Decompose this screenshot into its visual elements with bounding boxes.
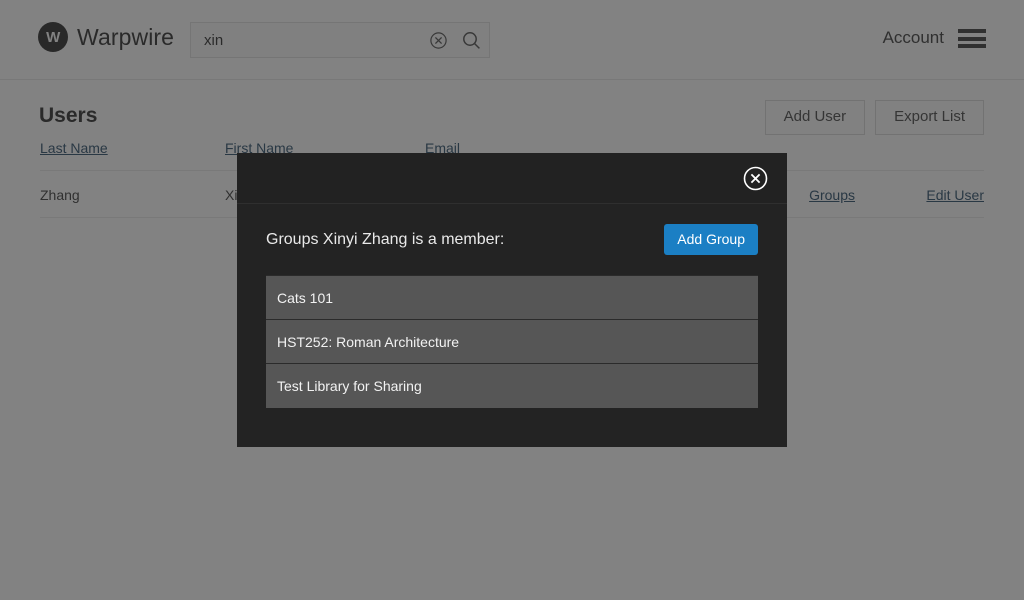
group-membership-list: Cats 101 HST252: Roman Architecture Test…: [266, 275, 758, 408]
group-name: HST252: Roman Architecture: [277, 333, 460, 350]
modal-header: [237, 153, 787, 204]
modal-body: Groups Xinyi Zhang is a member: Add Grou…: [237, 204, 787, 408]
modal-heading: Groups Xinyi Zhang is a member:: [266, 230, 505, 248]
add-group-button[interactable]: Add Group: [664, 223, 758, 256]
list-item[interactable]: Cats 101: [266, 276, 758, 320]
group-name: Cats 101: [277, 289, 334, 306]
list-item[interactable]: Test Library for Sharing: [266, 364, 758, 408]
list-item[interactable]: HST252: Roman Architecture: [266, 320, 758, 364]
modal-subheader: Groups Xinyi Zhang is a member: Add Grou…: [266, 204, 758, 275]
group-name: Test Library for Sharing: [277, 378, 422, 394]
groups-modal: Groups Xinyi Zhang is a member: Add Grou…: [237, 153, 787, 447]
close-icon[interactable]: [740, 163, 770, 193]
